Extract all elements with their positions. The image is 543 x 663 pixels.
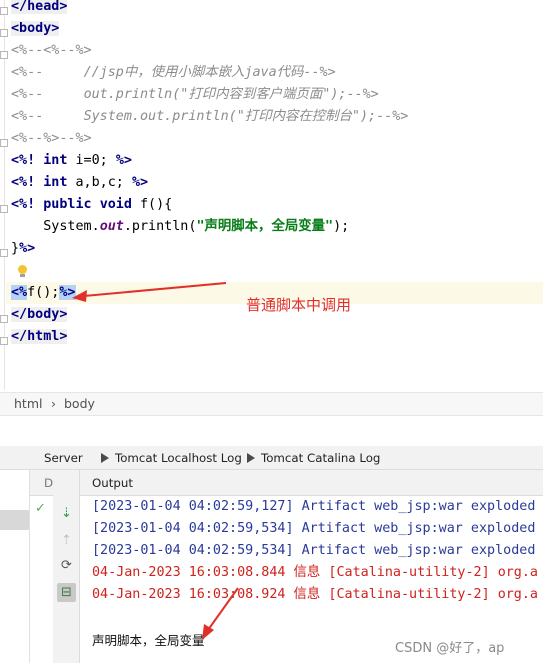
annotation-arrows [72,282,239,640]
arrowhead [202,624,214,640]
arrow-to-output [207,587,239,631]
arrow-to-scriptlet [83,282,227,297]
arrowhead [72,290,87,302]
